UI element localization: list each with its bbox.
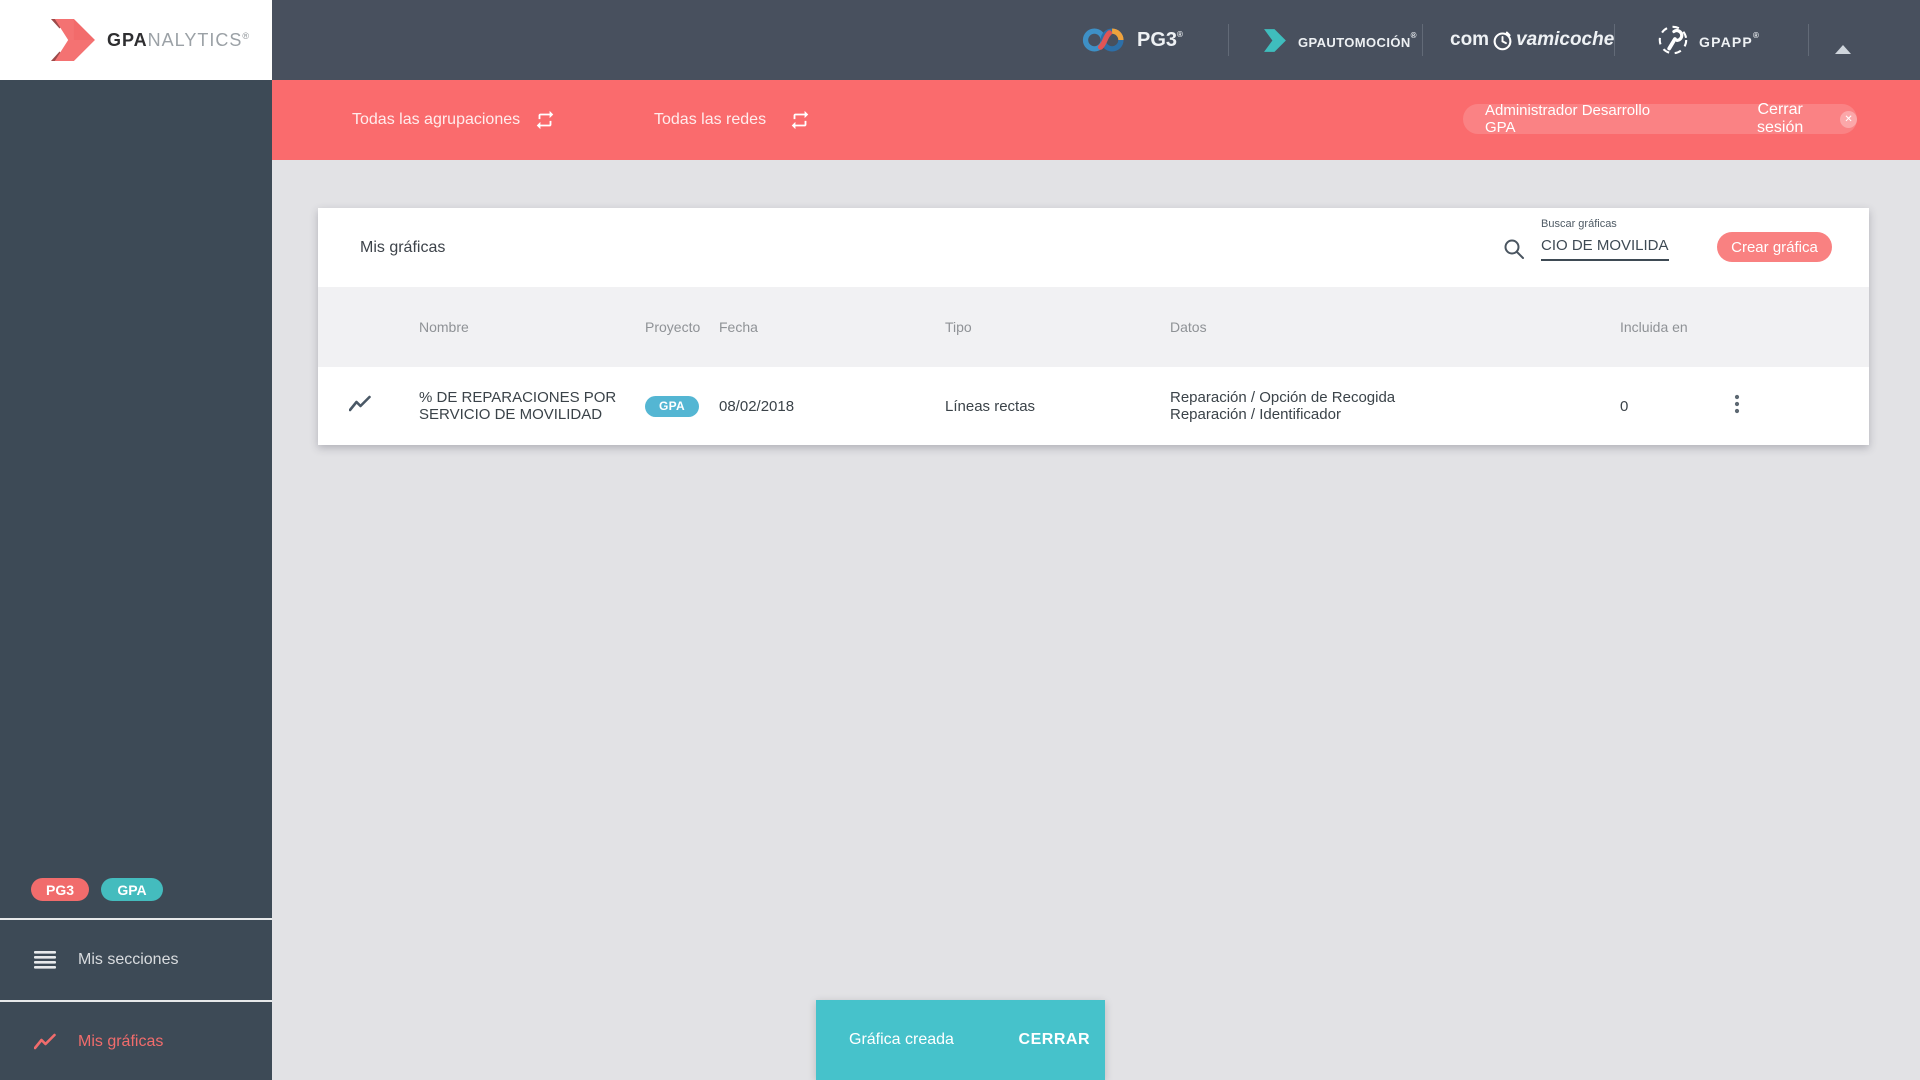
column-header-nombre: Nombre [419,319,469,335]
sidebar-badges: PG3 GPA [31,878,163,901]
gpapp-logo[interactable]: GPAPP® [1656,0,1760,80]
card-header: Mis gráficas Buscar gráficas CIO DE MOVI… [318,208,1869,287]
gpautomocion-logo[interactable]: GPAUTOMOCIÓN® [1262,0,1417,80]
gpautomocion-arrow-icon [1264,28,1286,52]
topbar-divider [1808,24,1809,56]
pg3-logo[interactable]: PG3® [1082,0,1183,80]
topbar-divider [1228,24,1229,56]
sidebar: PG3 GPA Mis secciones Mis gráficas [0,80,272,1080]
table-row[interactable]: % DE REPARACIONES POR SERVICIO DE MOVILI… [318,367,1869,445]
type-cell: Líneas rectas [945,397,1036,415]
user-name-label: Administrador Desarrollo GPA [1485,102,1651,136]
charts-card: Mis gráficas Buscar gráficas CIO DE MOVI… [318,208,1869,445]
search-input[interactable]: Buscar gráficas CIO DE MOVILIDAD [1541,218,1669,261]
project-badge: GPA [645,395,699,417]
search-icon[interactable] [1503,238,1525,260]
networks-filter-label: Todas las redes [654,111,767,128]
sidebar-item-mis-graficas[interactable]: Mis gráficas [0,1002,272,1080]
column-header-proyecto: Proyecto [645,319,701,335]
column-header-incluida-en: Incluida en [1620,319,1688,335]
brand-wordmark: GPANALYTICS® [107,29,250,50]
project-cell: GPA [645,395,719,417]
filter-bar: Todas las agrupaciones Todas las redes A… [272,80,1920,160]
snackbar-close-button[interactable]: CERRAR [1019,1031,1090,1049]
comovamicoche-logo[interactable]: com vamicoche [1450,0,1614,80]
snackbar: Gráfica creada CERRAR [816,1000,1105,1080]
swap-groupings-icon[interactable] [534,109,556,131]
sections-list-icon [34,951,56,969]
create-chart-button[interactable]: Crear gráfica [1717,232,1832,262]
topbar-divider [1422,24,1423,56]
date-cell: 08/02/2018 [719,397,795,415]
column-header-fecha: Fecha [719,319,758,335]
chart-name-cell: % DE REPARACIONES POR SERVICIO DE MOVILI… [419,389,617,423]
search-input-label: Buscar gráficas [1541,218,1617,230]
user-session-pill: Administrador Desarrollo GPA Cerrar sesi… [1463,101,1857,137]
gpa-badge[interactable]: GPA [101,878,163,901]
clock-icon [1493,31,1512,50]
pg3-infinity-icon [1082,28,1124,52]
topbar: GPANALYTICS® PG3® GPAUTOMOCIÓN® com vami… [0,0,1920,80]
chart-line-icon [348,395,371,412]
table-header-row: Nombre Proyecto Fecha Tipo Datos Incluid… [318,287,1869,367]
chart-line-icon [34,1033,56,1050]
column-header-tipo: Tipo [945,319,972,335]
wrench-icon [1658,25,1688,55]
snackbar-message: Gráfica creada [849,1031,954,1048]
app-window: GPANALYTICS® PG3® GPAUTOMOCIÓN® com vami… [0,0,1920,1080]
page-title: Mis gráficas [360,238,446,256]
included-in-cell: 0 [1620,397,1629,415]
swap-networks-icon[interactable] [789,109,811,131]
gpanalytics-logo-icon [50,18,95,62]
topbar-divider [1614,24,1615,56]
gpanalytics-brand: GPANALYTICS® [0,0,272,80]
pg3-badge[interactable]: PG3 [31,878,89,901]
row-menu-kebab-icon[interactable] [1718,394,1869,418]
close-session-icon[interactable]: ✕ [1840,110,1857,128]
groupings-filter-label: Todas las agrupaciones [352,111,521,128]
logout-button[interactable]: Cerrar sesión [1732,101,1828,137]
data-cell: Reparación / Opción de Recogida Reparaci… [1170,389,1396,423]
sidebar-item-mis-secciones[interactable]: Mis secciones [0,920,272,1000]
column-header-datos: Datos [1170,319,1207,335]
collapse-header-arrow-icon[interactable] [1835,45,1851,54]
